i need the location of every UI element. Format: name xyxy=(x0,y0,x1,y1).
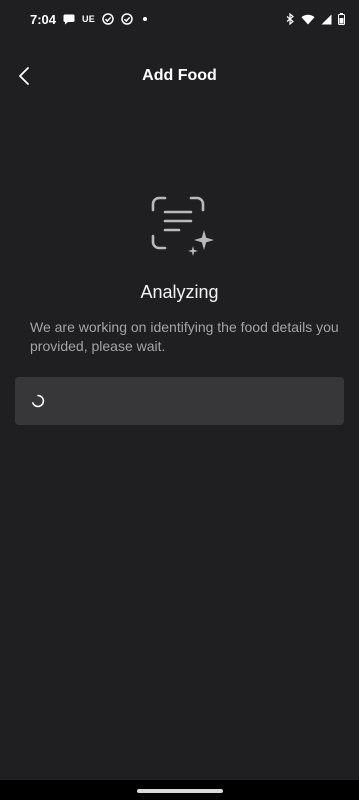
notification-dot-icon xyxy=(142,17,147,21)
status-left: 7:04 UE xyxy=(30,12,147,27)
scan-text-sparkle-icon xyxy=(145,192,215,267)
add-food-screen: 7:04 UE Add Food Analyzing We are workin… xyxy=(0,0,359,800)
chat-bubble-icon xyxy=(63,13,75,25)
back-button[interactable] xyxy=(8,60,40,92)
status-right xyxy=(286,13,345,25)
loading-card xyxy=(15,377,344,425)
status-time: 7:04 xyxy=(30,11,57,27)
analyzing-title: Analyzing xyxy=(140,282,219,302)
analyzing-message: We are working on identifying the food d… xyxy=(30,319,339,354)
wifi-icon xyxy=(301,14,315,25)
navigation-bar xyxy=(0,780,359,800)
bluetooth-icon xyxy=(286,13,295,25)
page-title: Add Food xyxy=(142,67,217,84)
cell-signal-icon xyxy=(321,14,332,25)
home-indicator[interactable] xyxy=(137,789,223,793)
check-circle-icon xyxy=(121,13,133,25)
carrier-badge: UE xyxy=(82,14,95,24)
battery-icon xyxy=(338,13,345,25)
analyze-icon-wrap xyxy=(0,192,359,267)
app-header: Add Food xyxy=(0,56,359,96)
chevron-left-icon xyxy=(17,66,31,86)
check-circle-icon xyxy=(102,13,114,25)
spinner-icon xyxy=(31,394,45,408)
status-bar: 7:04 UE xyxy=(0,0,359,38)
